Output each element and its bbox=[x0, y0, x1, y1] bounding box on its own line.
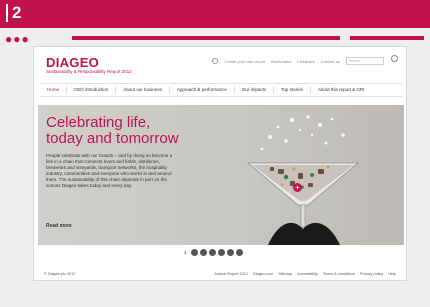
expand-plus-button[interactable]: + bbox=[293, 183, 302, 192]
hero-banner: Celebrating life, today and tomorrow Peo… bbox=[38, 105, 404, 245]
hero-headline-line-2: today and tomorrow bbox=[46, 130, 179, 147]
slide-header-bar: 2 bbox=[0, 0, 430, 28]
gear-icon bbox=[212, 58, 219, 64]
footer-link-privacy[interactable]: Privacy policy bbox=[360, 272, 383, 276]
nav-home[interactable]: Home bbox=[40, 86, 68, 94]
bookmarks-link[interactable]: Bookmarks bbox=[271, 59, 291, 64]
nav-about-business[interactable]: About our business bbox=[116, 86, 170, 94]
nav-ceo-introduction[interactable]: CEO introduction bbox=[67, 86, 117, 94]
main-nav: Home CEO introduction About our business… bbox=[40, 83, 402, 97]
nav-top-stories[interactable]: Top stories bbox=[274, 86, 311, 94]
search-icon[interactable] bbox=[391, 55, 398, 62]
pager-dot[interactable] bbox=[217, 249, 225, 256]
nav-approach-performance[interactable]: Approach & performance bbox=[170, 86, 235, 94]
contact-link[interactable]: Contact us bbox=[321, 59, 340, 64]
footer-link-diageo-com[interactable]: Diageo.com bbox=[253, 272, 273, 276]
hero-headline: Celebrating life, today and tomorrow bbox=[46, 115, 179, 147]
decorative-bar bbox=[72, 36, 340, 40]
slide-content: ●●● DIAGEO Sustainability & Responsibili… bbox=[0, 28, 430, 307]
slide-number: 2 bbox=[6, 4, 21, 22]
pager-dot[interactable] bbox=[208, 249, 216, 256]
footer-link-help[interactable]: Help bbox=[388, 272, 396, 276]
pager-dot[interactable] bbox=[235, 249, 243, 256]
footer-link-terms[interactable]: Terms & conditions bbox=[323, 272, 355, 276]
decorative-bar bbox=[350, 36, 424, 40]
website-page: DIAGEO Sustainability & Responsibility R… bbox=[33, 46, 407, 281]
pager-dot[interactable] bbox=[199, 249, 207, 256]
footer-copyright: © Diageo plc 2012 bbox=[44, 272, 76, 276]
nav-our-impacts[interactable]: Our impacts bbox=[235, 86, 275, 94]
carousel-pager: 1 bbox=[184, 249, 243, 256]
feedback-link[interactable]: Feedback bbox=[297, 59, 315, 64]
pager-current: 1 bbox=[184, 250, 187, 255]
hero-headline-line-1: Celebrating life, bbox=[46, 114, 151, 131]
footer-links: Annual Report 2012 Diageo.com Sitemap Ac… bbox=[214, 272, 396, 276]
pager-dot[interactable] bbox=[226, 249, 234, 256]
read-more-link[interactable]: Read more bbox=[46, 223, 72, 229]
footer-link-sitemap[interactable]: Sitemap bbox=[278, 272, 292, 276]
cocktail-glass-image bbox=[246, 115, 360, 245]
utility-nav: Create your own report Bookmarks Feedbac… bbox=[212, 57, 384, 65]
brand-logo[interactable]: DIAGEO bbox=[46, 55, 99, 70]
footer-link-accessibility[interactable]: Accessibility bbox=[297, 272, 318, 276]
create-report-link[interactable]: Create your own report bbox=[224, 59, 265, 64]
footer-link-annual-report[interactable]: Annual Report 2012 bbox=[214, 272, 248, 276]
window-dots-icon: ●●● bbox=[5, 32, 30, 46]
hero-body-text: People celebrate with our brands – and b… bbox=[46, 153, 173, 188]
brand-subtitle: Sustainability & Responsibility Report 2… bbox=[46, 69, 132, 74]
search-input[interactable]: Search bbox=[346, 57, 384, 65]
nav-about-report[interactable]: About this report & GRI bbox=[311, 86, 372, 94]
pager-dot[interactable] bbox=[190, 249, 198, 256]
